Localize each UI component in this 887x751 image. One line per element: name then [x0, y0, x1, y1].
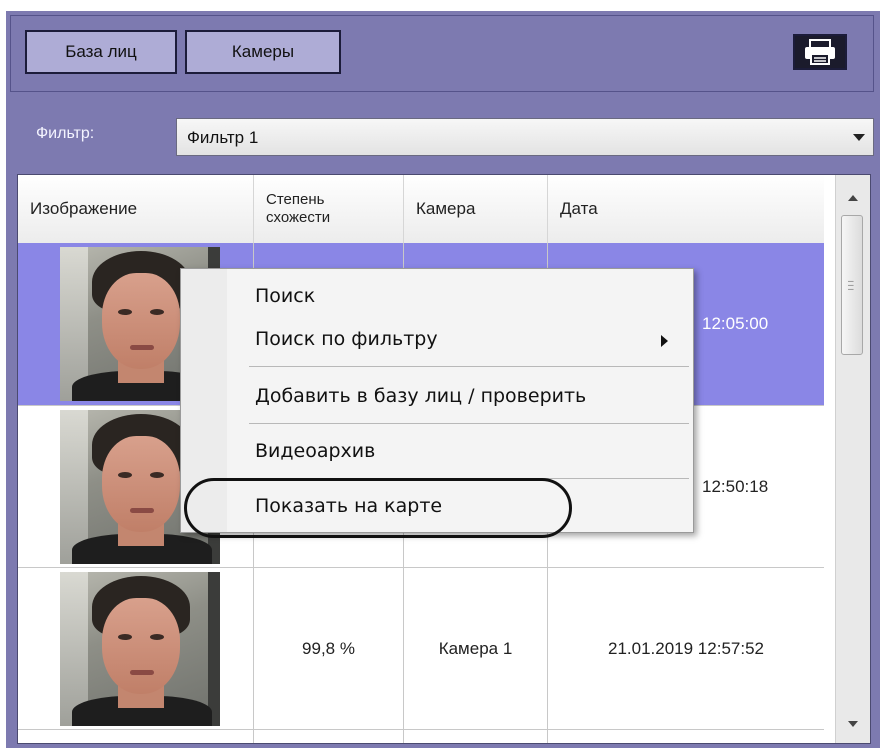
- table-row[interactable]: [18, 730, 824, 743]
- date-cell: 21.01.2019 12:57:52: [548, 568, 824, 729]
- face-thumbnail: [60, 572, 220, 726]
- date-value: 12:50:18: [702, 476, 769, 496]
- similarity-cell: 99,8 %: [254, 568, 404, 729]
- column-header-similarity-line2: схожести: [266, 209, 331, 226]
- column-header-similarity-line1: Степень: [266, 191, 325, 208]
- image-cell: [18, 730, 254, 743]
- menu-item-search[interactable]: Поиск: [255, 285, 315, 307]
- filter-dropdown[interactable]: Фильтр 1: [176, 118, 874, 156]
- similarity-value: 99,8 %: [302, 638, 355, 658]
- camera-value: Камера 1: [438, 638, 513, 658]
- date-cell: [548, 730, 824, 743]
- image-cell: [18, 568, 254, 729]
- highlight-annotation-oval: [184, 478, 572, 538]
- date-value: 12:05:00: [702, 314, 769, 333]
- menu-item-search-by-filter[interactable]: Поиск по фильтру: [255, 328, 438, 350]
- column-header-similarity[interactable]: Степень схожести: [254, 175, 404, 243]
- vertical-scrollbar[interactable]: – – –: [835, 175, 870, 743]
- menu-item-add-to-face-db[interactable]: Добавить в базу лиц / проверить: [255, 385, 586, 407]
- grip-icon: – – –: [848, 276, 854, 295]
- print-button[interactable]: [793, 34, 847, 70]
- column-header-date[interactable]: Дата: [548, 175, 824, 243]
- date-value: 21.01.2019 12:57:52: [608, 638, 764, 658]
- table-row[interactable]: 99,8 % Камера 1 21.01.2019 12:57:52: [18, 568, 824, 730]
- chevron-down-icon: [853, 134, 865, 141]
- tab-cameras[interactable]: Камеры: [185, 30, 341, 74]
- menu-separator: [249, 366, 689, 367]
- tab-face-database[interactable]: База лиц: [25, 30, 177, 74]
- camera-cell: Камера 1: [404, 568, 548, 729]
- scrollbar-thumb[interactable]: – – –: [841, 215, 863, 355]
- printer-icon: [805, 39, 835, 65]
- scroll-down-arrow-icon[interactable]: [848, 721, 858, 727]
- table-header: Изображение Степень схожести Камера Дата: [18, 175, 824, 244]
- menu-item-video-archive[interactable]: Видеоархив: [255, 440, 375, 462]
- filter-selected-value: Фильтр 1: [187, 128, 259, 147]
- menu-separator: [249, 423, 689, 424]
- scroll-up-arrow-icon[interactable]: [848, 195, 858, 201]
- camera-cell: [404, 730, 548, 743]
- submenu-arrow-icon: [661, 335, 668, 347]
- filter-label: Фильтр:: [36, 125, 95, 142]
- toolbar: База лиц Камеры: [10, 15, 874, 92]
- similarity-cell: [254, 730, 404, 743]
- column-header-camera[interactable]: Камера: [404, 175, 548, 243]
- column-header-image[interactable]: Изображение: [18, 175, 254, 243]
